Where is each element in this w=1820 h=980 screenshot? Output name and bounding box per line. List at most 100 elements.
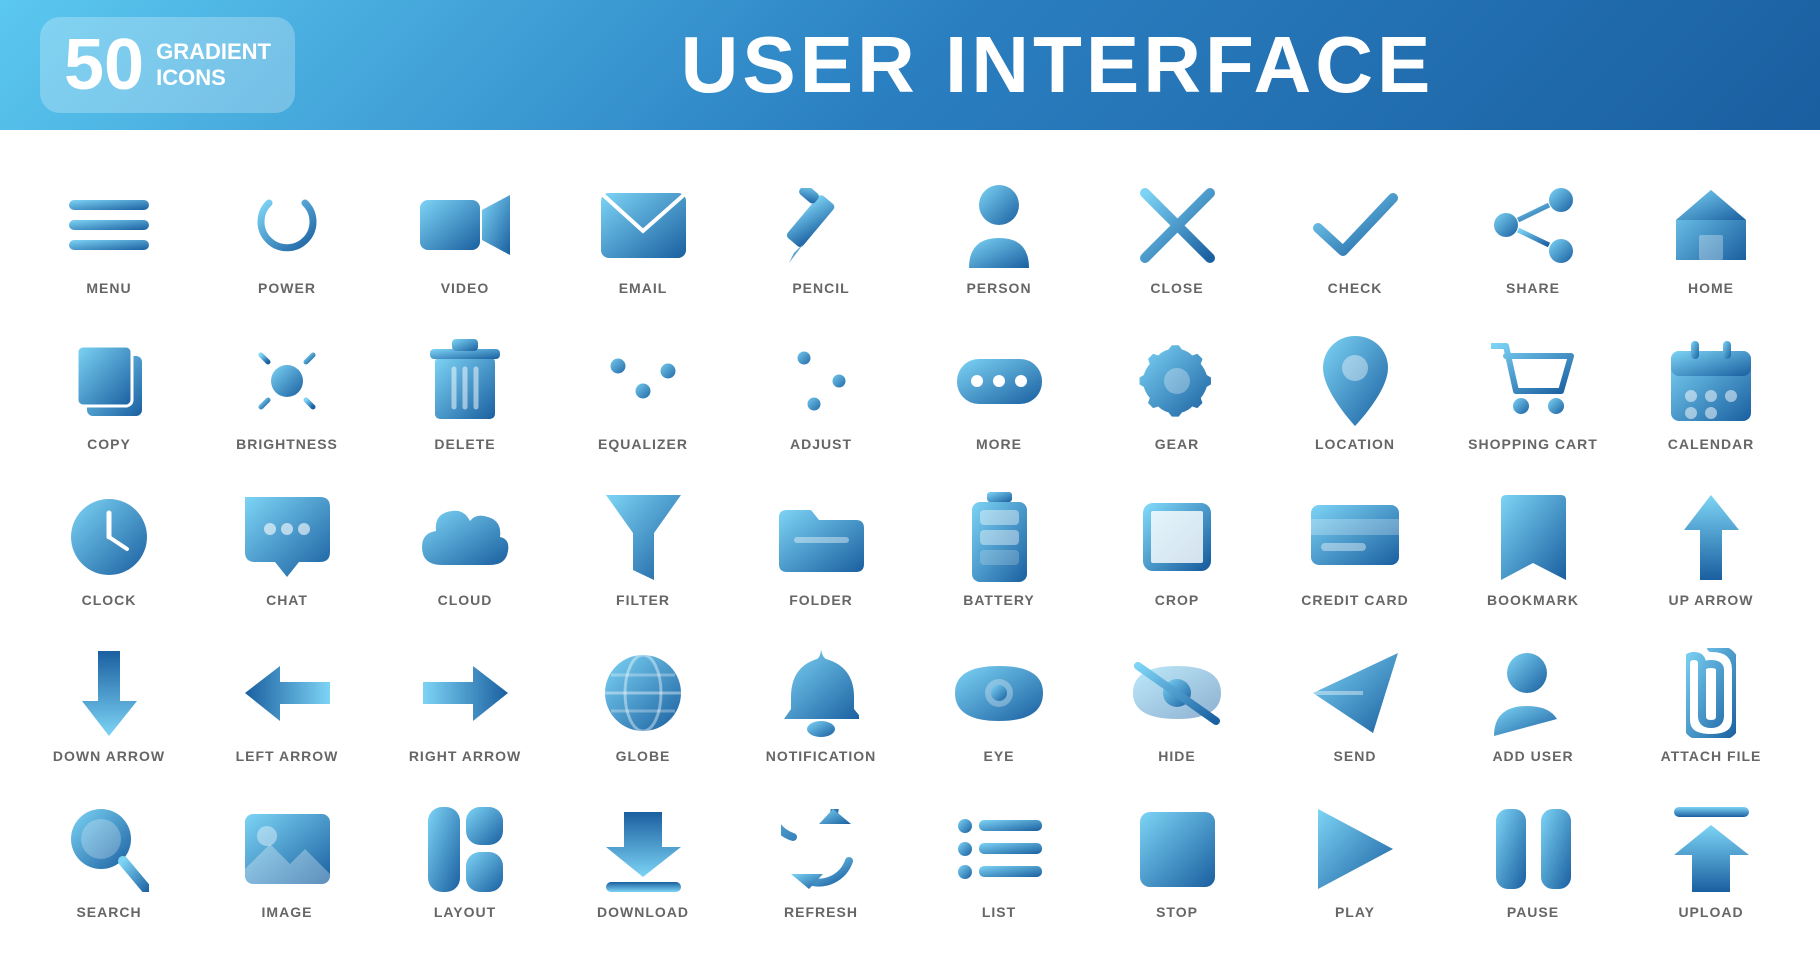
gear-label: GEAR: [1155, 436, 1199, 452]
add-user-label: ADD USER: [1492, 748, 1573, 764]
pause-label: PAUSE: [1507, 904, 1559, 920]
icon-share: SHARE: [1444, 160, 1622, 306]
list-label: LIST: [982, 904, 1016, 920]
stop-icon: [1132, 804, 1222, 894]
play-label: PLAY: [1335, 904, 1375, 920]
clock-icon: [64, 492, 154, 582]
menu-label: MENU: [86, 280, 131, 296]
person-label: PERSON: [966, 280, 1031, 296]
icon-battery: BATTERY: [910, 472, 1088, 618]
icon-adjust: ADJUST: [732, 316, 910, 462]
brightness-icon: [242, 336, 332, 426]
right-arrow-icon: [420, 648, 510, 738]
up-arrow-label: UP ARROW: [1669, 592, 1754, 608]
video-label: VIDEO: [441, 280, 490, 296]
icon-search: SEARCH: [20, 784, 198, 930]
credit-card-icon: [1310, 492, 1400, 582]
calendar-label: CALENDAR: [1668, 436, 1755, 452]
crop-icon: [1132, 492, 1222, 582]
icon-shopping-cart: SHOPPING CART: [1444, 316, 1622, 462]
notification-label: NOTIFICATION: [766, 748, 877, 764]
header-title: USER INTERFACE: [335, 19, 1780, 111]
send-icon: [1310, 648, 1400, 738]
adjust-label: ADJUST: [790, 436, 852, 452]
cloud-icon: [420, 492, 510, 582]
menu-icon: [64, 180, 154, 270]
globe-label: GLOBE: [616, 748, 671, 764]
crop-label: CROP: [1155, 592, 1199, 608]
location-label: LOCATION: [1315, 436, 1395, 452]
globe-icon: [598, 648, 688, 738]
image-icon: [242, 804, 332, 894]
icon-pencil: PENCIL: [732, 160, 910, 306]
credit-card-label: CREDIT CARD: [1301, 592, 1408, 608]
icon-download: DOWNLOAD: [554, 784, 732, 930]
eye-label: EYE: [983, 748, 1014, 764]
copy-icon: [64, 336, 154, 426]
share-label: SHARE: [1506, 280, 1560, 296]
folder-label: FOLDER: [789, 592, 853, 608]
shopping-cart-label: SHOPPING CART: [1468, 436, 1598, 452]
filter-label: FILTER: [616, 592, 670, 608]
clock-label: CLOCK: [82, 592, 137, 608]
icon-home: HOME: [1622, 160, 1800, 306]
person-icon: [954, 180, 1044, 270]
icon-layout: LAYOUT: [376, 784, 554, 930]
stop-label: STOP: [1156, 904, 1198, 920]
download-icon: [598, 804, 688, 894]
email-icon: [598, 180, 688, 270]
close-label: CLOSE: [1150, 280, 1203, 296]
icon-bookmark: BOOKMARK: [1444, 472, 1622, 618]
home-label: HOME: [1688, 280, 1734, 296]
add-user-icon: [1488, 648, 1578, 738]
brightness-label: BRIGHTNESS: [236, 436, 338, 452]
battery-label: BATTERY: [963, 592, 1035, 608]
icon-cloud: CLOUD: [376, 472, 554, 618]
down-arrow-label: DOWN ARROW: [53, 748, 165, 764]
icon-delete: DELETE: [376, 316, 554, 462]
icon-left-arrow: LEFT ARROW: [198, 628, 376, 774]
email-label: EMAIL: [619, 280, 668, 296]
download-label: DOWNLOAD: [597, 904, 689, 920]
icon-chat: CHAT: [198, 472, 376, 618]
cloud-label: CLOUD: [438, 592, 493, 608]
video-icon: [420, 180, 510, 270]
home-icon: [1666, 180, 1756, 270]
icon-down-arrow: DOWN ARROW: [20, 628, 198, 774]
attach-file-label: ATTACH FILE: [1661, 748, 1762, 764]
eye-icon: [954, 648, 1044, 738]
hide-label: HIDE: [1158, 748, 1195, 764]
check-label: CHECK: [1328, 280, 1383, 296]
left-arrow-icon: [242, 648, 332, 738]
shopping-cart-icon: [1488, 336, 1578, 426]
up-arrow-icon: [1666, 492, 1756, 582]
more-label: MORE: [976, 436, 1022, 452]
down-arrow-icon: [64, 648, 154, 738]
icon-play: PLAY: [1266, 784, 1444, 930]
layout-label: LAYOUT: [434, 904, 496, 920]
icon-crop: CROP: [1088, 472, 1266, 618]
icon-copy: COPY: [20, 316, 198, 462]
icon-stop: STOP: [1088, 784, 1266, 930]
power-label: POWER: [258, 280, 316, 296]
icon-email: EMAIL: [554, 160, 732, 306]
icon-up-arrow: UP ARROW: [1622, 472, 1800, 618]
icon-list: LIST: [910, 784, 1088, 930]
icon-gear: GEAR: [1088, 316, 1266, 462]
icon-close: CLOSE: [1088, 160, 1266, 306]
refresh-icon: [776, 804, 866, 894]
image-label: IMAGE: [262, 904, 313, 920]
icon-equalizer: EQUALIZER: [554, 316, 732, 462]
bookmark-label: BOOKMARK: [1487, 592, 1579, 608]
icon-globe: GLOBE: [554, 628, 732, 774]
search-label: SEARCH: [76, 904, 141, 920]
icon-menu: MENU: [20, 160, 198, 306]
icon-pause: PAUSE: [1444, 784, 1622, 930]
right-arrow-label: RIGHT ARROW: [409, 748, 521, 764]
layout-icon: [420, 804, 510, 894]
icon-hide: HIDE: [1088, 628, 1266, 774]
icons-grid: MENU POWER VIDEO: [0, 130, 1820, 960]
notification-icon: [776, 648, 866, 738]
pause-icon: [1488, 804, 1578, 894]
icon-folder: FOLDER: [732, 472, 910, 618]
